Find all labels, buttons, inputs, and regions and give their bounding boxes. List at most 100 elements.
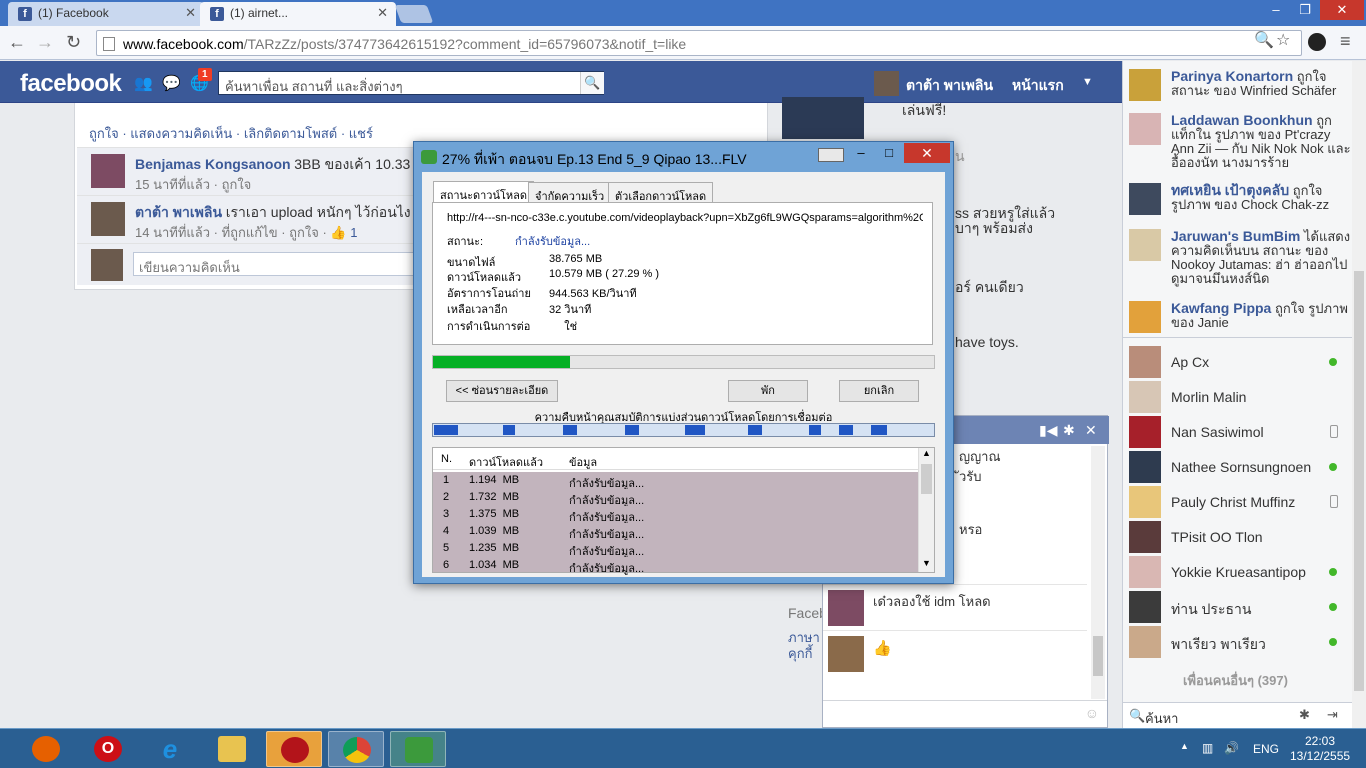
tab-download-status[interactable]: สถานะดาวน์โหลด xyxy=(433,181,535,203)
bookmark-star-icon[interactable]: ☆ xyxy=(1276,30,1290,50)
buddy-item[interactable]: Pauly Christ Muffinz xyxy=(1129,486,1343,518)
address-bar[interactable]: www.facebook.com/TARzZz/posts/3747736426… xyxy=(96,30,1302,56)
close-window-button[interactable]: ✕ xyxy=(1320,0,1364,20)
minimize-button[interactable]: – xyxy=(848,143,874,163)
segment xyxy=(625,425,639,435)
language-indicator[interactable]: ENG xyxy=(1253,742,1279,756)
table-row[interactable]: 5 1.235 MB กำลังรับข้อมูล... xyxy=(433,540,918,558)
back-arrow-icon[interactable]: ← xyxy=(8,32,26,53)
dialog-titlebar[interactable]: 27% ที่เพ้า ตอนจบ Ep.13 End 5_9 Qipao 13… xyxy=(414,142,953,172)
browser-toolbar: ← → ↻ www.facebook.com/TARzZz/posts/3747… xyxy=(0,26,1366,60)
popout-icon[interactable]: ⇥ xyxy=(1327,707,1338,723)
new-tab-button[interactable] xyxy=(394,5,434,23)
chevron-down-icon[interactable]: ▼ xyxy=(1082,76,1093,88)
column-header[interactable]: N. xyxy=(441,453,452,465)
zoom-icon[interactable]: 🔍 xyxy=(1254,30,1274,50)
taskbar-idm[interactable] xyxy=(390,731,446,767)
menu-icon[interactable]: ≡ xyxy=(1340,31,1351,52)
like-count[interactable]: 1 xyxy=(350,225,357,240)
firefox-icon xyxy=(32,736,60,762)
table-row[interactable]: 1 1.194 MB กำลังรับข้อมูล... xyxy=(433,472,918,490)
avatar xyxy=(1129,556,1161,588)
scrollbar[interactable] xyxy=(1091,446,1105,699)
column-header[interactable]: ดาวน์โหลดแล้ว xyxy=(469,453,543,471)
avatar[interactable] xyxy=(874,71,899,96)
avatar xyxy=(1129,301,1161,333)
chevron-down-icon[interactable]: ▼ xyxy=(922,558,931,568)
friend-requests-icon[interactable]: 👥 xyxy=(134,74,153,92)
buddy-item[interactable]: Yokkie Krueasantipop xyxy=(1129,556,1343,588)
facebook-logo[interactable]: facebook xyxy=(20,70,122,98)
taskbar-chrome[interactable] xyxy=(328,731,384,767)
page-icon xyxy=(103,37,115,51)
home-link[interactable]: หน้าแรก xyxy=(1012,75,1064,97)
buddy-item[interactable]: TPisit OO Tlon xyxy=(1129,521,1343,553)
buddy-item[interactable]: พาเรียว พาเรียว xyxy=(1129,626,1343,658)
comment-author[interactable]: ตาต้า พาเพลิน xyxy=(135,204,222,220)
column-header[interactable]: ข้อมูล xyxy=(569,453,597,471)
tab-download-options[interactable]: ตัวเลือกดาวน์โหลด xyxy=(608,182,714,203)
extension-icon[interactable] xyxy=(1308,33,1326,51)
clock[interactable]: 22:03 13/12/2555 xyxy=(1290,734,1350,764)
gear-icon[interactable]: ✱ xyxy=(1063,422,1075,439)
comment-meta[interactable]: 14 นาทีที่แล้ว · ที่ถูกแก้ไข · ถูกใจ · xyxy=(135,225,330,240)
tab-facebook[interactable]: f (1) Facebook ✕ xyxy=(8,2,204,26)
comment-author[interactable]: Benjamas Kongsanoon xyxy=(135,156,291,172)
table-row[interactable]: 2 1.732 MB กำลังรับข้อมูล... xyxy=(433,489,918,507)
tab-airnet[interactable]: f (1) airnet... ✕ xyxy=(200,2,396,26)
scrollbar[interactable] xyxy=(1352,61,1366,728)
buddy-item[interactable]: Nan Sasiwimol xyxy=(1129,416,1343,448)
cancel-button[interactable]: ยกเลิก xyxy=(839,380,919,402)
footer-link[interactable]: คุกกี้ xyxy=(788,643,812,664)
emoticon-icon[interactable]: ☺ xyxy=(1085,705,1099,721)
volume-icon[interactable]: 🔊 xyxy=(1224,741,1239,755)
avatar[interactable] xyxy=(91,154,125,188)
buddy-name: Nathee Sornsungnoen xyxy=(1171,459,1312,475)
taskbar-file-explorer[interactable] xyxy=(204,731,260,767)
segment xyxy=(503,425,515,435)
ad-image[interactable] xyxy=(782,97,864,139)
avatar[interactable] xyxy=(91,202,125,236)
close-icon[interactable]: ✕ xyxy=(1085,422,1097,439)
sidebar-search-input[interactable]: 🔍 ค้นหา ✱ ⇥ xyxy=(1123,702,1353,728)
more-friends-link[interactable]: เพื่อนคนอื่นๆ (397) xyxy=(1183,670,1288,691)
chevron-up-icon[interactable]: ▲ xyxy=(1180,741,1189,751)
taskbar-opera[interactable]: O xyxy=(80,731,136,767)
chat-input[interactable]: ☺ xyxy=(823,700,1107,727)
gear-icon[interactable]: ✱ xyxy=(1299,707,1310,723)
chevron-up-icon[interactable]: ▲ xyxy=(922,448,931,458)
table-row[interactable]: 3 1.375 MB กำลังรับข้อมูล... xyxy=(433,506,918,524)
search-icon[interactable]: 🔍 xyxy=(580,72,604,94)
segment xyxy=(563,425,577,435)
facebook-search-input[interactable]: ค้นหาเพื่อน สถานที่ และสิ่งต่างๆ xyxy=(218,71,604,95)
video-call-icon[interactable]: ▮◀ xyxy=(1039,422,1057,439)
forward-arrow-icon[interactable]: → xyxy=(36,32,54,53)
search-icon: 🔍 xyxy=(1129,708,1146,723)
profile-link[interactable]: ตาต้า พาเพลิน xyxy=(906,75,993,97)
taskbar-firefox[interactable] xyxy=(18,731,74,767)
maximize-button[interactable]: ❐ xyxy=(1292,0,1318,20)
reload-icon[interactable]: ↻ xyxy=(66,32,81,53)
minimize-button[interactable]: – xyxy=(1262,0,1290,20)
hide-details-button[interactable]: << ซ่อนรายละเอียด xyxy=(446,380,558,402)
close-button[interactable]: ✕ xyxy=(904,143,950,163)
scrollbar[interactable]: ▲ ▼ xyxy=(918,448,934,572)
post-actions[interactable]: ถูกใจ · แสดงความคิดเห็น · เลิกติดตามโพสต… xyxy=(89,123,373,144)
buddy-item[interactable]: ท่าน ประธาน xyxy=(1129,591,1343,623)
maximize-button[interactable]: □ xyxy=(876,143,902,163)
table-row[interactable]: 4 1.039 MB กำลังรับข้อมูล... xyxy=(433,523,918,541)
tab-speed-limit[interactable]: จำกัดความเร็ว xyxy=(528,182,612,203)
close-tab-icon[interactable]: ✕ xyxy=(377,5,388,21)
table-row[interactable]: 6 1.034 MB กำลังรับข้อมูล... xyxy=(433,557,918,575)
pause-button[interactable]: พัก xyxy=(728,380,808,402)
comment-meta[interactable]: 15 นาทีที่แล้ว · ถูกใจ xyxy=(135,174,251,195)
close-tab-icon[interactable]: ✕ xyxy=(185,5,196,21)
buddy-item[interactable]: Nathee Sornsungnoen xyxy=(1129,451,1343,483)
buddy-item[interactable]: Ap Cx xyxy=(1129,346,1343,378)
buddy-item[interactable]: Morlin Malin xyxy=(1129,381,1343,413)
taskbar-internet-explorer[interactable]: e xyxy=(142,731,198,767)
network-icon[interactable]: ▥ xyxy=(1202,741,1213,755)
messages-icon[interactable]: 💬 xyxy=(162,74,181,92)
ad-text[interactable]: เล่นฟรี! xyxy=(902,100,946,122)
taskbar-app[interactable] xyxy=(266,731,322,767)
